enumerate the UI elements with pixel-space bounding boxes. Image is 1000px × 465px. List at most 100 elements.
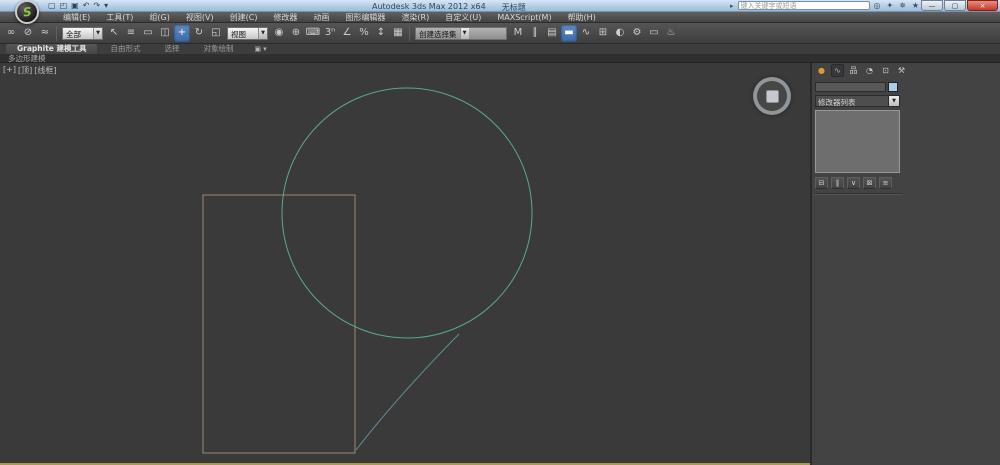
layer-manager-icon[interactable]: ▤ <box>544 25 560 42</box>
new-scene-button[interactable]: ▢ <box>48 1 56 11</box>
viewport-pov-menu[interactable]: [顶] <box>18 65 32 76</box>
tab-selection[interactable]: 选择 <box>153 44 190 54</box>
menu-customize[interactable]: 自定义(U) <box>437 12 489 23</box>
mirror-icon[interactable]: M <box>510 25 526 42</box>
align-icon[interactable]: ∥ <box>527 25 543 42</box>
menu-rendering[interactable]: 渲染(R) <box>393 12 437 23</box>
window-crossing-icon[interactable]: ◫ <box>157 25 173 42</box>
curve-editor-icon[interactable]: ∿ <box>578 25 594 42</box>
graphite-toggle-icon[interactable]: ▬ <box>561 25 577 42</box>
angle-snap-icon[interactable]: ∠ <box>339 25 355 42</box>
motion-tab[interactable]: ◔ <box>863 64 876 77</box>
modifier-stack[interactable] <box>815 110 900 173</box>
menu-modifiers[interactable]: 修改器 <box>265 12 305 23</box>
menu-help[interactable]: 帮助(H) <box>560 12 604 23</box>
redo-button[interactable]: ↷ <box>93 1 100 11</box>
utilities-tab[interactable]: ⚒ <box>895 64 908 77</box>
snap-toggle-3d-icon[interactable]: 3ⁿ <box>322 25 338 42</box>
show-end-result-button[interactable]: ‖ <box>831 177 844 189</box>
render-setup-icon[interactable]: ⚙ <box>629 25 645 42</box>
viewcube-top-face[interactable] <box>766 90 779 103</box>
make-unique-button[interactable]: ∨ <box>847 177 860 189</box>
tab-graphite-modeling[interactable]: Graphite 建模工具 <box>6 44 97 54</box>
menu-group[interactable]: 组(G) <box>141 12 177 23</box>
viewport-canvas <box>0 63 810 465</box>
selection-filter-dropdown[interactable]: 全部 ▼ <box>62 27 103 40</box>
tab-freeform[interactable]: 自由形式 <box>99 44 151 54</box>
polygon-modeling-panel-button[interactable]: 多边形建模 <box>0 54 46 63</box>
menu-tools[interactable]: 工具(T) <box>98 12 141 23</box>
maximize-button[interactable]: ▢ <box>944 0 966 11</box>
curve-spline[interactable] <box>356 334 459 450</box>
viewport[interactable]: [+] [顶] [线框] <box>0 63 810 465</box>
modifier-stack-toolbar: ⊟‖∨⊠≡ <box>812 173 1000 189</box>
title-bar: ▢◰▣↶↷▾ Autodesk 3ds Max 2012 x64 无标题 ▸ ◎… <box>0 0 1000 12</box>
select-and-scale-icon[interactable]: ◱ <box>208 25 224 42</box>
select-and-move-icon[interactable]: + <box>174 25 190 42</box>
ribbon-minimized-row: 多边形建模 <box>0 54 1000 63</box>
display-tab[interactable]: ⊡ <box>879 64 892 77</box>
menu-graph-editors[interactable]: 图形编辑器 <box>337 12 393 23</box>
viewport-label: [+] [顶] [线框] <box>3 65 56 76</box>
edit-named-selections-icon[interactable]: ▦ <box>390 25 406 42</box>
viewport-shading-menu[interactable]: [线框] <box>34 65 56 76</box>
link-tools: ∞⊘≈ <box>3 25 53 42</box>
bind-to-space-warp-icon[interactable]: ≈ <box>37 25 53 42</box>
object-color-swatch[interactable] <box>888 82 898 92</box>
main-toolbar: ∞⊘≈ 全部 ▼ ↖≡▭◫+↻◱ 视图 ▼ ◉⊕⌨3ⁿ∠%↕▦ 创建选择集 ▼ … <box>0 23 1000 44</box>
viewcube[interactable] <box>753 77 791 115</box>
object-name-field[interactable] <box>815 82 886 92</box>
use-pivot-center-icon[interactable]: ◉ <box>271 25 287 42</box>
select-and-manipulate-icon[interactable]: ⊕ <box>288 25 304 42</box>
minimize-button[interactable]: — <box>921 0 943 11</box>
coordinate-system-dropdown[interactable]: 视图 ▼ <box>227 27 268 40</box>
viewport-general-menu[interactable]: [+] <box>3 65 16 76</box>
undo-button[interactable]: ↶ <box>83 1 90 11</box>
application-menu-button[interactable]: S <box>15 0 39 24</box>
infocenter-search-input[interactable] <box>738 1 870 10</box>
rectangle-spline[interactable] <box>203 195 355 453</box>
hierarchy-tab[interactable]: 品 <box>847 64 860 77</box>
named-selection-sets-combo[interactable]: 创建选择集 ▼ <box>415 27 507 40</box>
remove-modifier-button[interactable]: ⊠ <box>863 177 876 189</box>
modifier-list-dropdown[interactable]: 修改器列表 ▼ <box>815 95 900 107</box>
select-and-rotate-icon[interactable]: ↻ <box>191 25 207 42</box>
menu-maxscript[interactable]: MAXScript(M) <box>489 12 559 23</box>
percent-snap-icon[interactable]: % <box>356 25 372 42</box>
material-editor-icon[interactable]: ◐ <box>612 25 628 42</box>
qat-options-button[interactable]: ▾ <box>104 1 108 11</box>
max-logo-icon: S <box>22 5 32 18</box>
schematic-view-icon[interactable]: ⊞ <box>595 25 611 42</box>
menu-views[interactable]: 视图(V) <box>178 12 222 23</box>
rectangular-selection-icon[interactable]: ▭ <box>140 25 156 42</box>
menu-edit[interactable]: 编辑(E) <box>55 12 98 23</box>
rendered-frame-icon[interactable]: ▭ <box>646 25 662 42</box>
circle-spline[interactable] <box>282 88 532 338</box>
infocenter-expand-icon[interactable]: ▸ <box>730 2 734 10</box>
create-tab[interactable]: ● <box>815 64 828 77</box>
unlink-selection-icon[interactable]: ⊘ <box>20 25 36 42</box>
close-button[interactable]: × <box>967 0 998 11</box>
keyboard-override-icon[interactable]: ⌨ <box>305 25 321 42</box>
select-object-icon[interactable]: ↖ <box>106 25 122 42</box>
application-window: ▢◰▣↶↷▾ Autodesk 3ds Max 2012 x64 无标题 ▸ ◎… <box>0 0 1000 465</box>
select-and-link-icon[interactable]: ∞ <box>3 25 19 42</box>
ribbon-options-button[interactable]: ▣ ▾ <box>254 44 266 54</box>
save-file-button[interactable]: ▣ <box>71 1 79 11</box>
communication-center-icon[interactable]: ✵ <box>899 1 906 10</box>
menu-animation[interactable]: 动画 <box>305 12 337 23</box>
tab-object-paint[interactable]: 对象绘制 <box>192 44 244 54</box>
configure-modifier-sets-button[interactable]: ≡ <box>879 177 892 189</box>
menu-create[interactable]: 创建(C) <box>222 12 266 23</box>
open-file-button[interactable]: ◰ <box>60 1 68 11</box>
favorites-icon[interactable]: ★ <box>912 1 919 10</box>
window-controls: — ▢ × <box>921 0 998 11</box>
search-icon[interactable]: ◎ <box>874 1 881 10</box>
infocenter: ▸ ◎✦✵★? <box>730 1 929 10</box>
subscription-center-icon[interactable]: ✦ <box>887 1 894 10</box>
select-by-name-icon[interactable]: ≡ <box>123 25 139 42</box>
render-production-icon[interactable]: ♨ <box>663 25 679 42</box>
spinner-snap-icon[interactable]: ↕ <box>373 25 389 42</box>
pin-stack-button[interactable]: ⊟ <box>815 177 828 189</box>
modify-tab[interactable]: ∿ <box>831 64 844 77</box>
